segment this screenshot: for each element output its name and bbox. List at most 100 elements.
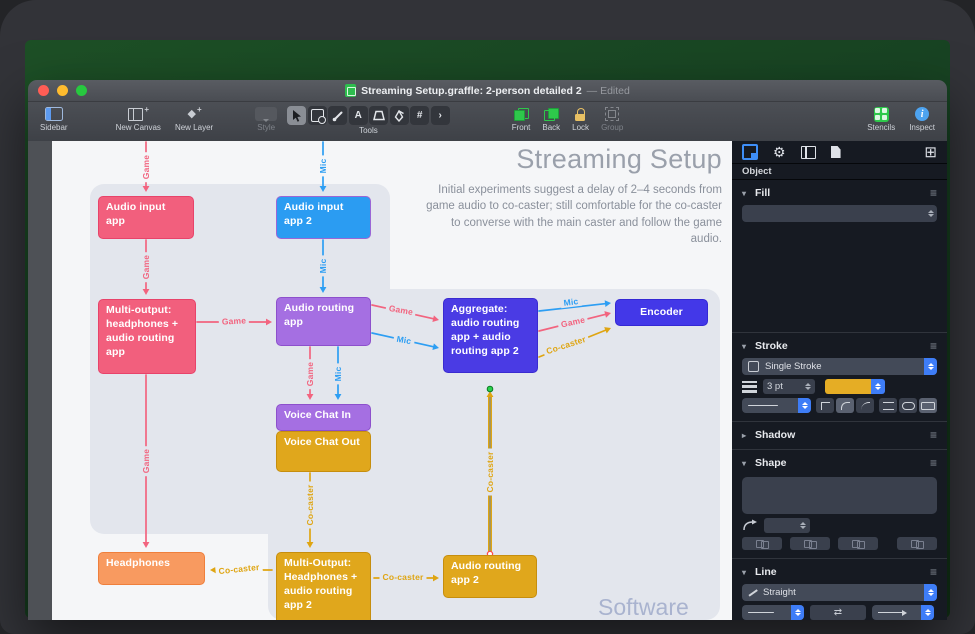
node-aggregate[interactable]: Aggregate:audio routing app + audio rout… bbox=[443, 298, 538, 373]
back-button[interactable]: Back bbox=[542, 106, 560, 132]
new-layer-icon: ◆ bbox=[187, 109, 195, 120]
canvas-viewport[interactable]: Streaming Setup Initial experiments sugg… bbox=[28, 141, 732, 620]
stroke-menu-icon[interactable]: ≡ bbox=[930, 340, 937, 352]
divider bbox=[732, 558, 947, 559]
node-encoder[interactable]: Encoder bbox=[615, 299, 708, 326]
zoom-button[interactable] bbox=[76, 85, 87, 96]
sidebar-button[interactable]: Sidebar bbox=[40, 106, 68, 132]
fill-type-popup[interactable] bbox=[742, 205, 937, 222]
send-back-icon bbox=[544, 108, 559, 121]
stroke-cap-group bbox=[879, 398, 937, 413]
close-button[interactable] bbox=[38, 85, 49, 96]
fill-menu-icon[interactable]: ≡ bbox=[930, 187, 937, 199]
edge-label: Mic bbox=[318, 156, 328, 177]
node-audio-routing-app-2[interactable]: Audio routing app 2 bbox=[443, 555, 537, 598]
pointer-tool-button[interactable] bbox=[287, 106, 306, 125]
shadow-menu-icon[interactable]: ≡ bbox=[930, 429, 937, 441]
group-icon bbox=[605, 107, 619, 121]
line-type-popup[interactable]: Straight bbox=[742, 584, 937, 601]
canvas-tab-icon[interactable] bbox=[801, 146, 816, 159]
line-section-header[interactable]: ▾ Line ≡ bbox=[732, 564, 947, 580]
corner-square-button[interactable] bbox=[816, 398, 834, 413]
line-start-popup[interactable] bbox=[742, 605, 804, 620]
lock-button[interactable]: Lock bbox=[572, 106, 589, 132]
stroke-width-field[interactable]: 3 pt bbox=[763, 379, 815, 394]
document-icon bbox=[345, 84, 356, 97]
shape-preview-well[interactable] bbox=[742, 477, 937, 514]
double-line-button[interactable] bbox=[879, 398, 897, 413]
window-title-wrap: Streaming Setup.graffle: 2-person detail… bbox=[28, 80, 947, 101]
shape-tool-button[interactable] bbox=[308, 106, 327, 125]
bring-front-icon bbox=[514, 108, 529, 121]
intersect-button[interactable] bbox=[790, 537, 830, 550]
stroke-pattern-popup[interactable] bbox=[742, 398, 811, 413]
line-endpoint-handle[interactable] bbox=[487, 386, 493, 392]
subtract-button[interactable] bbox=[838, 537, 878, 550]
stroke-section-header[interactable]: ▾ Stroke ≡ bbox=[732, 338, 947, 354]
style-button[interactable]: Style bbox=[255, 106, 277, 132]
stencils-button[interactable]: Stencils bbox=[867, 106, 895, 132]
stepper-icon bbox=[871, 379, 885, 394]
node-voice-chat-in[interactable]: Voice Chat In bbox=[276, 404, 371, 431]
properties-tab-icon[interactable]: ⚙ bbox=[773, 145, 786, 159]
node-audio-input-app-2[interactable]: Audio input app 2 bbox=[276, 196, 371, 239]
pen-tool-button[interactable] bbox=[390, 106, 409, 125]
node-headphones[interactable]: Headphones bbox=[98, 552, 205, 585]
stroke-thickness-icon bbox=[742, 381, 757, 393]
window-title: Streaming Setup.graffle: 2-person detail… bbox=[361, 85, 582, 97]
group-button[interactable]: Group bbox=[601, 106, 623, 132]
document-tab-icon[interactable] bbox=[831, 146, 841, 158]
line-tool-button[interactable] bbox=[328, 106, 347, 125]
shape-menu-icon[interactable]: ≡ bbox=[930, 457, 937, 469]
corner-arc-button[interactable] bbox=[856, 398, 874, 413]
front-button[interactable]: Front bbox=[512, 106, 531, 132]
artboard-tool-button[interactable]: # bbox=[410, 106, 429, 125]
lock-icon bbox=[575, 108, 586, 121]
edge-label: Game bbox=[141, 152, 151, 182]
node-audio-input-app[interactable]: Audio input app bbox=[98, 196, 194, 239]
text-tool-icon: A bbox=[355, 110, 362, 121]
fill-section-header[interactable]: ▾ Fill ≡ bbox=[732, 185, 947, 201]
node-voice-chat-out[interactable]: Voice Chat Out bbox=[276, 431, 371, 472]
new-layer-button[interactable]: ◆+ New Layer bbox=[175, 106, 213, 132]
stepper-icon bbox=[791, 605, 804, 620]
stroke-checkbox[interactable] bbox=[748, 361, 759, 372]
shape-section-header[interactable]: ▾ Shape ≡ bbox=[732, 455, 947, 471]
line-menu-icon[interactable]: ≡ bbox=[930, 566, 937, 578]
inspect-button[interactable]: i Inspect bbox=[909, 106, 935, 132]
corner-rounded-button[interactable] bbox=[836, 398, 854, 413]
divide-button[interactable] bbox=[897, 537, 937, 550]
chevron-down-icon: ▾ bbox=[742, 568, 750, 577]
stroke-color-popup[interactable] bbox=[825, 379, 885, 394]
text-tool-button[interactable]: A bbox=[349, 106, 368, 125]
style-swatch-icon bbox=[255, 107, 277, 121]
object-inspector-tab-icon[interactable] bbox=[742, 144, 758, 160]
line-tool-icon bbox=[332, 110, 344, 122]
new-canvas-button[interactable]: + New Canvas bbox=[116, 106, 161, 132]
minimize-button[interactable] bbox=[57, 85, 68, 96]
artboard-icon: # bbox=[417, 110, 423, 121]
stroke-type-row: Single Stroke bbox=[732, 358, 947, 375]
stroke-color-swatch bbox=[825, 379, 871, 394]
rect-stroke-button[interactable] bbox=[919, 398, 937, 413]
shape-tool-icon bbox=[311, 109, 324, 122]
inspector-grid-icon[interactable]: ⊞ bbox=[924, 145, 937, 160]
node-multi-output-2[interactable]: Multi-Output:Headphones + audio routing … bbox=[276, 552, 371, 620]
title-bar[interactable]: Streaming Setup.graffle: 2-person detail… bbox=[28, 80, 947, 102]
node-audio-routing-app[interactable]: Audio routing app bbox=[276, 297, 371, 346]
chevron-down-icon: ▾ bbox=[742, 342, 750, 351]
chevron-down-icon: ▾ bbox=[742, 459, 750, 468]
shadow-section-header[interactable]: ▸ Shadow ≡ bbox=[732, 427, 947, 443]
shape-library-button[interactable] bbox=[369, 106, 388, 125]
pill-stroke-button[interactable] bbox=[899, 398, 917, 413]
diagram-layer: Streaming Setup Initial experiments sugg… bbox=[28, 141, 732, 620]
edge-label: Game bbox=[141, 446, 151, 476]
line-end-popup[interactable] bbox=[872, 605, 934, 620]
shape-radius-field[interactable] bbox=[764, 518, 810, 533]
stepper-icon bbox=[921, 605, 934, 620]
stroke-type-popup[interactable]: Single Stroke bbox=[742, 358, 937, 375]
union-button[interactable] bbox=[742, 537, 782, 550]
swap-ends-button[interactable]: ⇄ bbox=[810, 605, 866, 620]
more-tools-button[interactable]: › bbox=[431, 106, 450, 125]
node-multi-output-headphones[interactable]: Multi-output:headphones + audio routing … bbox=[98, 299, 196, 374]
